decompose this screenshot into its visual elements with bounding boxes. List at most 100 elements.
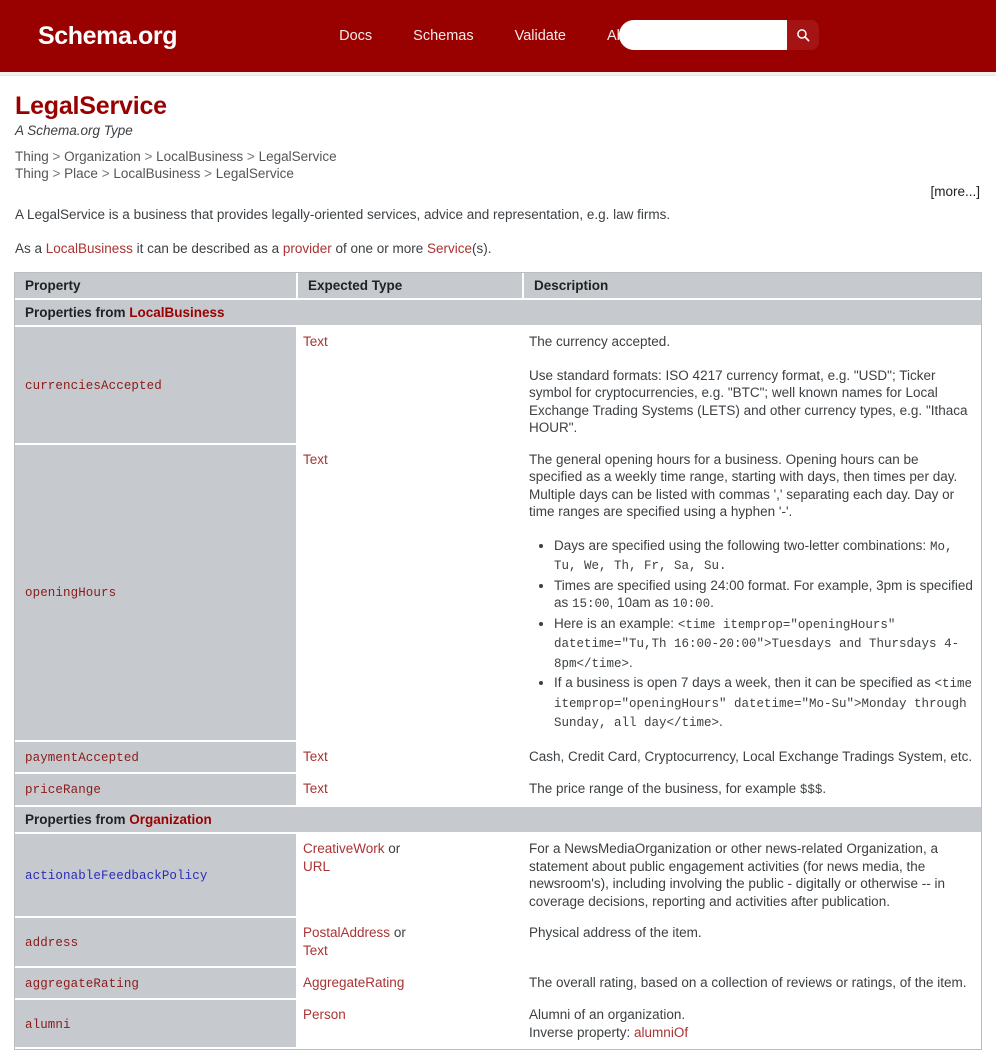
section-label-link[interactable]: Organization [129, 812, 212, 827]
type-link[interactable]: CreativeWork [303, 841, 385, 856]
page-content: LegalService A Schema.org Type Thing > O… [0, 76, 996, 1050]
section-header-organization: Properties from Organization [15, 807, 981, 834]
expected-type-cell: PostalAddress or Text [298, 918, 524, 968]
breadcrumb-separator: > [140, 149, 157, 164]
nav-item-schemas[interactable]: Schemas [413, 28, 473, 44]
property-name-cell: alumni [15, 1000, 298, 1049]
description-cell: Alumni of an organization. Inverse proper… [524, 1000, 981, 1049]
type-link[interactable]: Text [303, 943, 328, 958]
site-logo-link[interactable]: Schema.org [38, 22, 178, 51]
section-header-localbusiness: Properties from LocalBusiness [15, 300, 981, 327]
type-link[interactable]: Person [303, 1007, 346, 1022]
breadcrumb-secondary: Thing > Place > LocalBusiness > LegalSer… [15, 165, 982, 182]
expected-type-cell: Text [298, 741, 524, 774]
type-link[interactable]: AggregateRating [303, 975, 404, 990]
type-link[interactable]: Text [303, 334, 328, 349]
table-row: actionableFeedbackPolicy CreativeWork or… [15, 834, 981, 918]
property-link-currenciesaccepted[interactable]: currenciesAccepted [25, 379, 162, 393]
bullet-text: Days are specified using the following t… [554, 537, 930, 553]
property-link-actionablefeedbackpolicy[interactable]: actionableFeedbackPolicy [25, 869, 207, 883]
page-title: LegalService [15, 92, 167, 120]
description-bullet-list: Days are specified using the following t… [529, 537, 973, 733]
table-row: currenciesAccepted Text The currency acc… [15, 327, 981, 445]
breadcrumb-item[interactable]: LegalService [259, 149, 337, 164]
description-paragraph: The price range of the business, for exa… [529, 780, 973, 800]
property-link-alumni[interactable]: alumni [25, 1018, 71, 1032]
breadcrumb-separator: > [243, 149, 259, 164]
link-service[interactable]: Service [427, 241, 472, 256]
bullet-text: . [719, 714, 723, 729]
description-paragraph: Cash, Credit Card, Cryptocurrency, Local… [529, 748, 973, 764]
description-cell: Cash, Credit Card, Cryptocurrency, Local… [524, 742, 981, 774]
main-navigation: Docs Schemas Validate About [339, 28, 645, 44]
property-definition-table: Property Expected Type Description Prope… [14, 272, 982, 1050]
breadcrumb-item[interactable]: Thing [15, 149, 49, 164]
breadcrumb-separator: > [97, 166, 114, 181]
table-row: openingHours Text The general opening ho… [15, 444, 981, 742]
description-cell: The price range of the business, for exa… [524, 774, 981, 807]
link-localbusiness[interactable]: LocalBusiness [46, 241, 133, 256]
section-label-link[interactable]: LocalBusiness [129, 305, 224, 320]
breadcrumb-separator: > [48, 149, 65, 164]
property-name-cell: actionableFeedbackPolicy [15, 834, 298, 918]
breadcrumb-item[interactable]: Place [64, 166, 98, 181]
property-link-pricerange[interactable]: priceRange [25, 783, 101, 797]
table-row: address PostalAddress or Text Physical a… [15, 918, 981, 968]
description-text: . [822, 780, 827, 796]
property-link-address[interactable]: address [25, 936, 78, 950]
link-provider[interactable]: provider [283, 241, 332, 256]
column-header-expected-type: Expected Type [298, 273, 524, 300]
type-link[interactable]: URL [303, 859, 330, 874]
column-header-property: Property [15, 273, 298, 300]
nav-item-validate[interactable]: Validate [515, 28, 566, 44]
nav-item-docs[interactable]: Docs [339, 28, 372, 44]
description-paragraph: The currency accepted. [529, 334, 671, 349]
description-text: The price range of the business, for exa… [529, 780, 800, 796]
search-button[interactable] [787, 20, 819, 50]
property-link-openinghours[interactable]: openingHours [25, 586, 116, 600]
breadcrumb-primary: Thing > Organization > LocalBusiness > L… [15, 148, 982, 165]
bullet-text: , 10am as [609, 595, 673, 610]
table-row: priceRange Text The price range of the b… [15, 773, 981, 807]
expected-type-cell: Text [298, 773, 524, 807]
description-paragraph: Alumni of an organization. Inverse proper… [529, 1006, 973, 1041]
site-header: Schema.org Docs Schemas Validate About [0, 0, 996, 72]
breadcrumb-separator: > [200, 166, 216, 181]
inverse-property-link[interactable]: alumniOf [634, 1025, 688, 1040]
property-link-aggregaterating[interactable]: aggregateRating [25, 977, 139, 991]
search-icon [796, 28, 810, 42]
breadcrumb-item[interactable]: LocalBusiness [156, 149, 243, 164]
expected-type-cell: Text [298, 444, 524, 742]
table-row: aggregateRating AggregateRating The over… [15, 968, 981, 1000]
description-text: Alumni of an organization. [529, 1007, 686, 1022]
type-separator: or [393, 925, 406, 940]
type-description-secondary: As a LocalBusiness it can be described a… [15, 240, 982, 258]
expected-type-cell: Person [298, 1000, 524, 1049]
type-link[interactable]: PostalAddress [303, 925, 390, 940]
description-paragraph: The general opening hours for a business… [529, 451, 958, 520]
search-input[interactable] [619, 20, 787, 50]
type-link[interactable]: Text [303, 781, 328, 796]
type-subtitle: A Schema.org Type [15, 123, 133, 138]
property-link-paymentaccepted[interactable]: paymentAccepted [25, 751, 139, 765]
list-item: If a business is open 7 days a week, the… [554, 674, 973, 733]
breadcrumb-item[interactable]: LocalBusiness [113, 166, 200, 181]
property-name-cell: paymentAccepted [15, 741, 298, 774]
more-link[interactable]: [more...] [930, 184, 980, 199]
type-link[interactable]: Text [303, 452, 328, 467]
section-label-prefix: Properties from [25, 812, 130, 827]
table-header-row: Property Expected Type Description [15, 273, 981, 300]
bullet-text: If a business is open 7 days a week, the… [554, 675, 935, 690]
desc-text: (s). [472, 241, 492, 256]
table-row: alumni Person Alumni of an organization.… [15, 1000, 981, 1049]
type-link[interactable]: Text [303, 749, 328, 764]
property-name-cell: currenciesAccepted [15, 327, 298, 445]
breadcrumb-item[interactable]: LegalService [216, 166, 294, 181]
description-paragraph: Use standard formats: ISO 4217 currency … [529, 367, 968, 436]
breadcrumb-item[interactable]: Organization [64, 149, 141, 164]
list-item: Here is an example: <time itemprop="open… [554, 615, 973, 674]
breadcrumb-item[interactable]: Thing [15, 166, 49, 181]
expected-type-cell: Text [298, 327, 524, 445]
type-separator: or [388, 841, 401, 856]
expected-type-cell: CreativeWork or URL [298, 834, 524, 918]
